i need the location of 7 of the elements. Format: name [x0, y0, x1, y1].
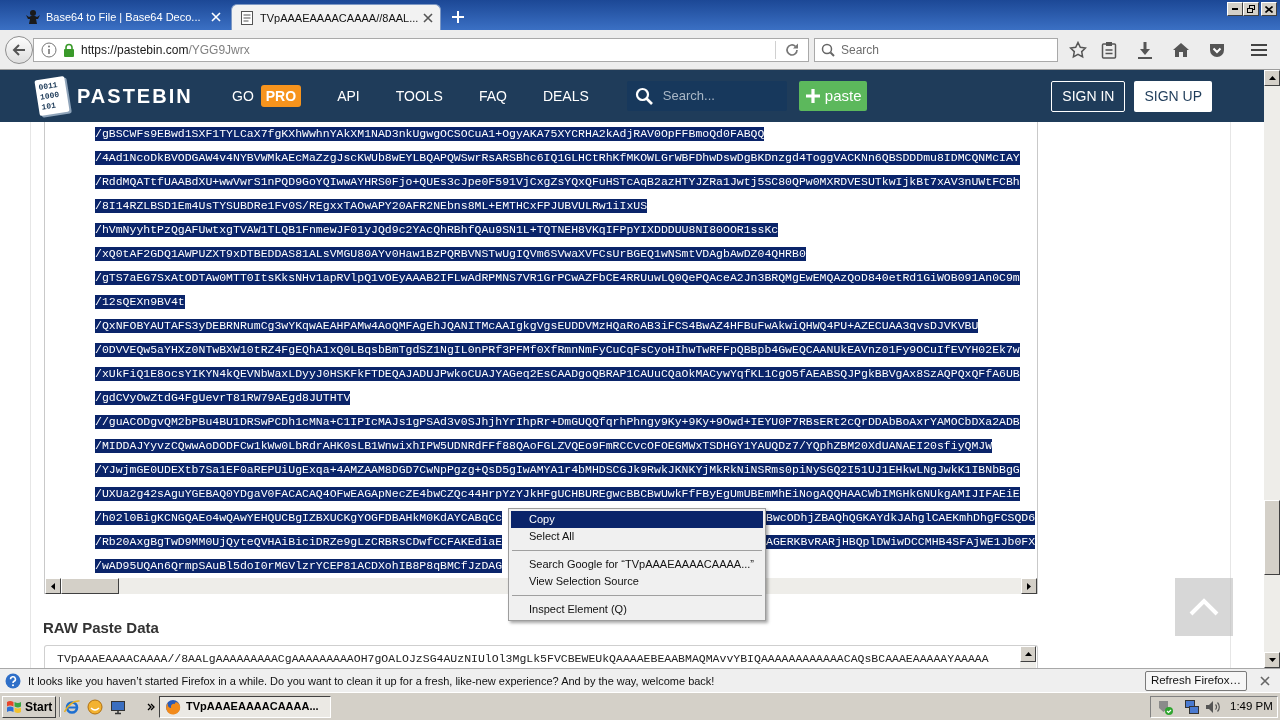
section-heading: RAW Paste Data: [43, 618, 159, 638]
notification-message: It looks like you haven’t started Firefox in a while. Do you want to clean it up for a fresh, like-new experience? And by the way, welcome back!: [28, 673, 715, 688]
url-text: https://pastebin.com/YGG9Jwrx: [81, 41, 250, 58]
code-line-end: BwcODhjZBAQhQGKAYdkJAhglCAEKmhDhgFCSQD6: [766, 511, 1036, 525]
pro-badge: PRO: [260, 85, 302, 107]
code-line-end: AGERKBvRARjHBQplDWiwDCCMHB4SFAjWE1Jb0FX: [766, 535, 1036, 549]
clock-text: 1:49 PM: [1230, 698, 1273, 714]
